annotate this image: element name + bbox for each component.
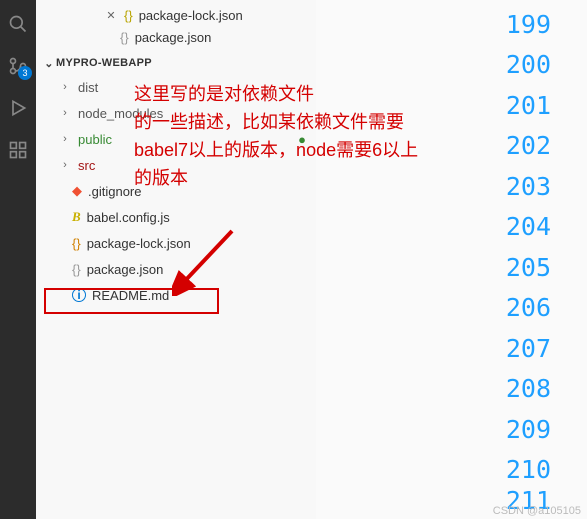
open-editor-row[interactable]: {} package.json [36, 26, 316, 48]
editor-filename: package.json [135, 30, 212, 45]
json-icon: {} [124, 8, 133, 23]
babel-icon: B [72, 209, 81, 225]
open-editor-row[interactable]: ✕ {} package-lock.json [36, 4, 316, 26]
annotation-text: 这里写的是对依赖文件 的一些描述，比如某依赖文件需要 babel7以上的版本，n… [134, 80, 534, 192]
file-name: package.json [87, 262, 164, 277]
folder-name: public [78, 132, 112, 147]
chevron-right-icon: › [58, 133, 72, 145]
json-icon: {} [120, 30, 129, 45]
git-icon: ◆ [72, 183, 82, 199]
chevron-right-icon: › [58, 107, 72, 119]
activity-bar: 3 [0, 0, 36, 519]
scm-badge: 3 [18, 66, 32, 80]
chevron-right-icon: › [58, 81, 72, 93]
annotation-arrow-icon [172, 226, 242, 296]
editor-line-numbers: 199 200 201 202 203 204 205 206 207 208 … [506, 4, 551, 490]
debug-icon[interactable] [6, 96, 30, 120]
json-icon: {} [72, 262, 81, 277]
folder-name: src [78, 158, 95, 173]
chevron-down-icon: ⌄ [42, 57, 56, 70]
source-control-icon[interactable]: 3 [6, 54, 30, 78]
open-editors: ✕ {} package-lock.json {} package.json [36, 0, 316, 52]
json-icon: {} [72, 236, 81, 251]
watermark: CSDN @a105105 [493, 505, 581, 517]
file-name: babel.config.js [87, 210, 170, 225]
folder-name: dist [78, 80, 98, 95]
close-icon[interactable]: ✕ [104, 9, 118, 22]
editor-filename: package-lock.json [139, 8, 243, 23]
workspace-folder-header[interactable]: ⌄ MYPRO-WEBAPP [36, 52, 316, 74]
workspace-name: MYPRO-WEBAPP [56, 57, 152, 69]
search-icon[interactable] [6, 12, 30, 36]
chevron-right-icon: › [58, 159, 72, 171]
extensions-icon[interactable] [6, 138, 30, 162]
